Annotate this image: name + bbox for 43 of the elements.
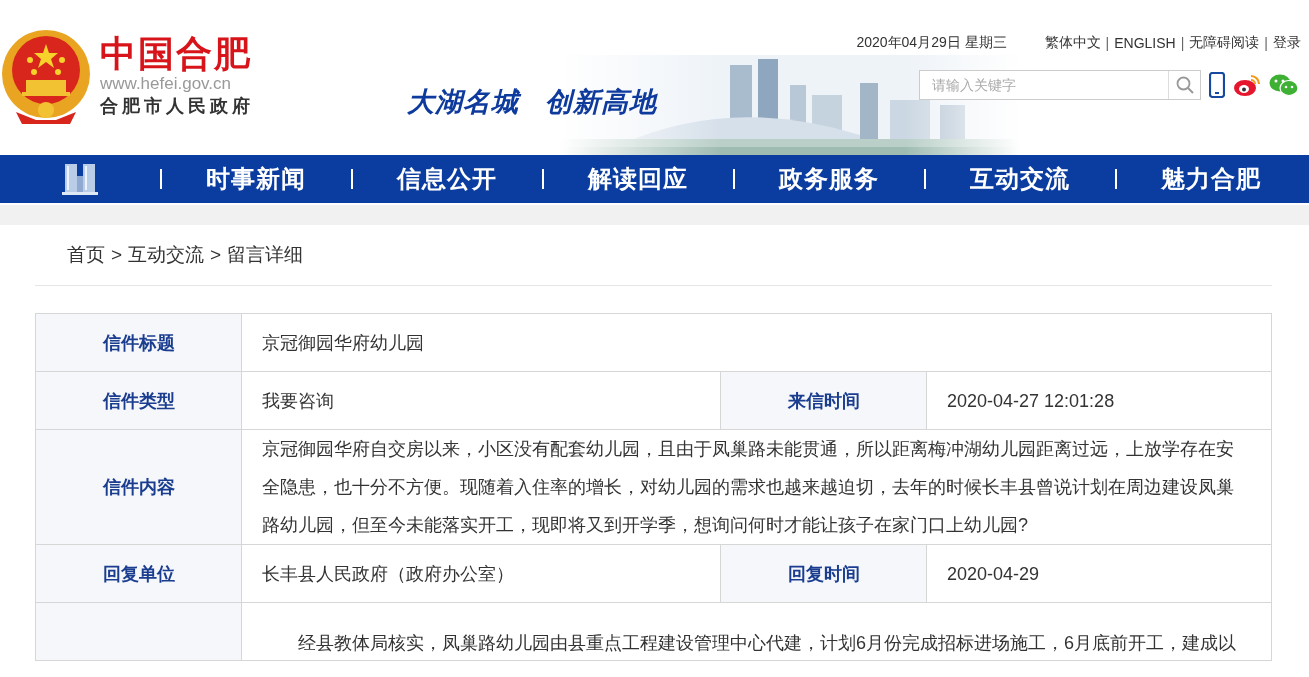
site-subtitle: 合肥市人民政府 [100,95,254,118]
slogan-text: 创新高地 [545,86,657,119]
field-value: 京冠御园华府幼儿园 [241,313,1272,372]
field-value: 2020-04-29 [926,544,1272,603]
top-link[interactable]: 无障碍阅读 [1189,34,1260,52]
site-url: www.hefei.gov.cn [100,74,232,94]
nav-item[interactable]: 信息公开 [396,163,497,195]
wechat-icon[interactable] [1269,73,1299,97]
field-value: 我要咨询 [241,371,721,430]
weibo-icon[interactable] [1233,73,1261,97]
nav-item[interactable]: 互动交流 [969,163,1070,195]
nav-item[interactable]: 时事新闻 [205,163,306,195]
link-separator: | [1105,35,1110,51]
home-building-icon[interactable] [62,162,98,196]
mobile-phone-icon[interactable] [1209,72,1225,98]
breadcrumb-separator: > [111,244,123,266]
field-value: 2020-04-27 12:01:28 [926,371,1272,430]
field-label: 来信时间 [720,371,927,430]
field-value: 长丰县人民政府（政府办公室） [241,544,721,603]
link-separator: | [1264,35,1268,51]
breadcrumb-link[interactable]: 互动交流 [128,242,205,268]
date-text: 2020年04月29日 星期三 [856,34,1007,52]
site-title: 中国合肥 [100,34,252,74]
top-link[interactable]: 繁体中文 [1044,34,1101,52]
link-separator: | [1180,35,1185,51]
breadcrumb-separator: > [210,244,222,266]
nav-item[interactable]: 政务服务 [778,163,879,195]
search-icon [1175,76,1194,94]
top-link[interactable]: 登录 [1273,34,1301,52]
field-label: 回复单位 [35,544,242,603]
field-value: 京冠御园华府自交房以来，小区没有配套幼儿园，且由于凤巢路未能贯通，所以距离梅冲湖幼儿园距离过远，上放学存在安全隐患，也十分不方便。现随着入住率的增长，对幼儿园的需求也越来越迫切，去年的时候长丰县曾说计划在周边建设凤巢路幼儿园，但至今未能落实开工，现即将又到开学季，想询问何时才能让孩子在家门口上幼儿园? [241,429,1272,545]
breadcrumb-link[interactable]: 首页 [67,242,105,268]
field-label: 回复时间 [720,544,927,603]
field-label: 信件类型 [35,371,242,430]
field-label: 信件内容 [35,429,242,545]
field-value: 经县教体局核实，凤巢路幼儿园由县重点工程建设管理中心代建，计划6月份完成招标进场施工，6月底前开工，建成以 [241,602,1272,661]
search-input[interactable]: 请输入关键字 [920,76,1168,94]
top-link[interactable]: ENGLISH [1114,35,1176,51]
search-field[interactable]: 请输入关键字 [919,70,1201,100]
nav-item[interactable]: 解读回应 [587,163,688,195]
nav-item[interactable]: 魅力合肥 [1160,163,1261,195]
field-label: 信件标题 [35,313,242,372]
breadcrumb-current: 留言详细 [227,243,304,267]
